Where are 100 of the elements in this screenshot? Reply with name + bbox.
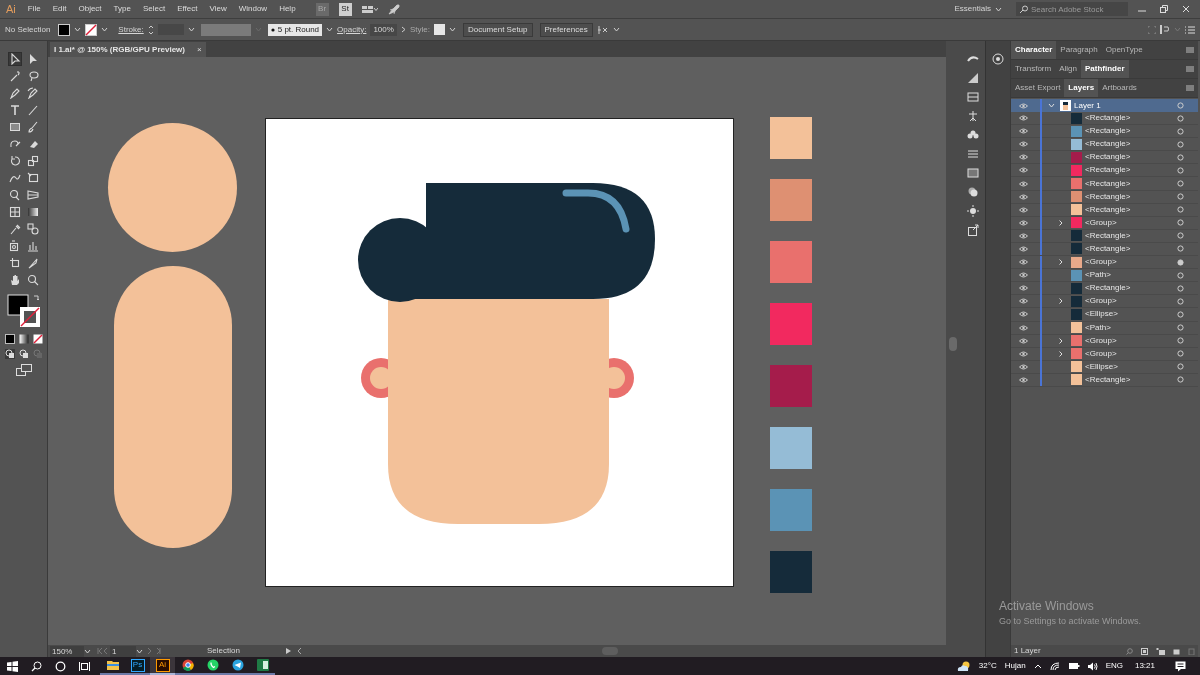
language-indicator[interactable]: ENG xyxy=(1105,660,1123,672)
target-icon[interactable] xyxy=(1177,140,1184,148)
draw-behind-icon[interactable] xyxy=(18,349,29,359)
wand-icon[interactable] xyxy=(8,70,21,82)
layer-row[interactable]: <Rectangle> xyxy=(1011,282,1198,296)
layer-row[interactable]: <Ellipse> xyxy=(1011,360,1198,374)
caret-icon[interactable] xyxy=(448,27,456,32)
layer-row[interactable]: <Path> xyxy=(1011,269,1198,283)
scale-icon[interactable] xyxy=(26,155,39,167)
taskbar-app[interactable] xyxy=(250,657,275,675)
layer-row[interactable]: <Rectangle> xyxy=(1011,229,1198,243)
restore-icon[interactable] xyxy=(1160,5,1168,13)
draw-normal-icon[interactable] xyxy=(4,349,15,359)
battery-icon[interactable] xyxy=(1067,662,1080,670)
style-swatch[interactable] xyxy=(433,24,445,35)
layout-icon[interactable] xyxy=(361,4,378,14)
close-tab-button[interactable]: × xyxy=(196,43,202,56)
panel-tab[interactable]: Paragraph xyxy=(1056,41,1102,59)
color-swatch[interactable] xyxy=(770,303,812,345)
caret-icon[interactable] xyxy=(995,6,1002,12)
pen-icon[interactable] xyxy=(8,87,21,99)
curvature-pen-icon[interactable] xyxy=(26,87,39,99)
windows-logo-icon[interactable] xyxy=(7,660,18,672)
menu-item[interactable]: Edit xyxy=(46,3,73,15)
perspective-icon[interactable] xyxy=(26,189,39,201)
screen-mode-icon[interactable] xyxy=(15,364,32,376)
new-sublayer-icon[interactable] xyxy=(1156,647,1165,655)
eye-icon[interactable] xyxy=(1019,311,1028,318)
club-icon[interactable] xyxy=(966,129,979,141)
wifi-icon[interactable] xyxy=(1049,661,1060,671)
warp-icon[interactable] xyxy=(8,172,21,184)
expand-caret-icon[interactable] xyxy=(1059,337,1063,344)
panel-tab[interactable]: Align xyxy=(1055,60,1081,78)
task-view-icon[interactable] xyxy=(79,660,90,672)
free-transform-icon[interactable] xyxy=(26,172,39,184)
stroke-lines-icon[interactable] xyxy=(966,148,979,160)
play-icon[interactable] xyxy=(286,648,291,654)
cortana-circle-icon[interactable] xyxy=(55,660,66,672)
eye-icon[interactable] xyxy=(1019,285,1028,292)
gradient-icon[interactable] xyxy=(26,206,39,218)
eye-icon[interactable] xyxy=(1019,272,1028,279)
panel-tab[interactable]: Pathfinder xyxy=(1080,60,1129,78)
spinner-icon[interactable] xyxy=(147,23,154,36)
target-icon[interactable] xyxy=(1177,284,1184,292)
layer-row[interactable]: <Group> xyxy=(1011,334,1198,348)
layer-row[interactable]: <Rectangle> xyxy=(1011,203,1198,217)
menu-item[interactable]: Help xyxy=(273,3,302,15)
menu-item[interactable]: File xyxy=(21,3,47,15)
layer-row[interactable]: Layer 1 xyxy=(1011,99,1198,112)
gradient-swatch-icon[interactable] xyxy=(966,72,979,84)
eye-icon[interactable] xyxy=(1019,298,1028,305)
search-field[interactable]: Search Adobe Stock xyxy=(1016,2,1128,16)
eye-icon[interactable] xyxy=(1019,141,1028,148)
eyedropper-icon[interactable] xyxy=(8,223,21,235)
color-swatch[interactable] xyxy=(770,117,812,159)
brush-field[interactable]: 5 pt. Round xyxy=(267,23,323,36)
appearance-icon[interactable] xyxy=(992,53,1004,65)
layer-row[interactable]: <Rectangle> xyxy=(1011,138,1198,152)
target-icon[interactable] xyxy=(1177,337,1184,345)
menu-item[interactable]: Window xyxy=(232,3,274,15)
layer-row[interactable]: <Group> xyxy=(1011,216,1198,230)
chevron-up-icon[interactable] xyxy=(1033,663,1042,669)
puppet-icon[interactable] xyxy=(966,110,979,122)
toolbar-button[interactable]: Preferences xyxy=(539,22,593,37)
target-icon[interactable] xyxy=(1177,180,1184,187)
target-icon[interactable] xyxy=(1177,206,1184,214)
panel-tab[interactable]: Artboards xyxy=(1098,79,1141,97)
target-icon[interactable] xyxy=(1177,245,1184,253)
eye-icon[interactable] xyxy=(1019,232,1028,239)
eye-icon[interactable] xyxy=(1019,363,1028,370)
layer-row[interactable]: <Group> xyxy=(1011,256,1198,270)
rocket-icon[interactable] xyxy=(387,3,400,15)
layer-row[interactable]: <Rectangle> xyxy=(1011,125,1198,139)
panel-tab[interactable]: Transform xyxy=(1011,60,1056,78)
target-icon[interactable] xyxy=(1177,193,1184,201)
artboard-field[interactable]: 1 xyxy=(110,645,136,657)
bar-chart-icon[interactable] xyxy=(26,240,39,252)
layer-row[interactable]: <Rectangle> xyxy=(1011,164,1198,178)
expand-caret-icon[interactable] xyxy=(1048,103,1055,108)
panel-tab[interactable]: Character xyxy=(1011,41,1057,59)
panel-tab[interactable]: Layers xyxy=(1064,79,1099,97)
taskbar-app[interactable] xyxy=(225,657,250,675)
expand-caret-icon[interactable] xyxy=(1059,350,1063,357)
workspace-switcher[interactable]: Essentials xyxy=(948,3,1008,15)
app-badge[interactable]: St xyxy=(338,2,352,16)
stroke-swatch-icon[interactable] xyxy=(85,23,98,36)
shape-builder-icon[interactable] xyxy=(8,189,21,201)
target-icon[interactable] xyxy=(1177,219,1184,227)
rectangle-icon[interactable] xyxy=(8,121,21,133)
transparency-icon[interactable] xyxy=(966,186,979,198)
target-icon[interactable] xyxy=(1177,350,1184,358)
eye-icon[interactable] xyxy=(1019,350,1028,357)
expand-caret-icon[interactable] xyxy=(1059,259,1063,266)
target-icon[interactable] xyxy=(1177,102,1184,109)
layer-row[interactable]: <Rectangle> xyxy=(1011,151,1198,165)
target-icon[interactable] xyxy=(1177,232,1184,240)
list-menu-icon[interactable] xyxy=(1185,25,1195,34)
clock[interactable]: 13:21 xyxy=(1134,660,1155,672)
eye-icon[interactable] xyxy=(1019,193,1028,200)
temperature[interactable]: 32°C xyxy=(978,660,997,672)
